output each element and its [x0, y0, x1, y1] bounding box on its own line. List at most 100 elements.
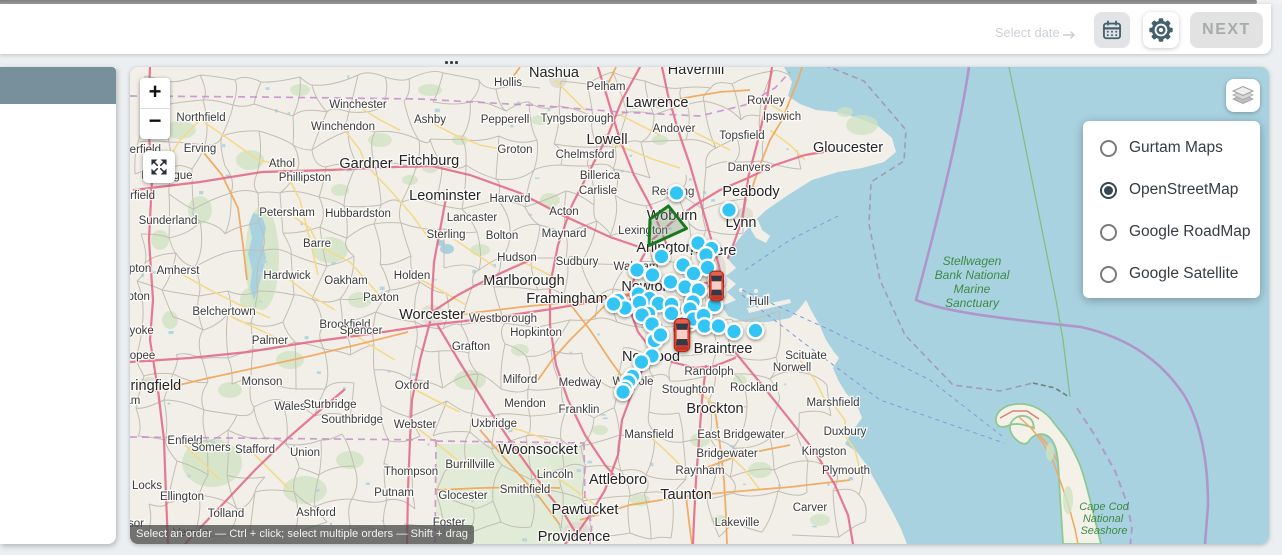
svg-text:Attleboro: Attleboro	[589, 472, 647, 488]
svg-text:Mansfield: Mansfield	[624, 429, 673, 441]
svg-text:Cape Cod: Cape Cod	[1079, 501, 1129, 513]
svg-text:National: National	[1083, 513, 1124, 525]
svg-text:Norwell: Norwell	[773, 362, 811, 374]
svg-text:Holyoke: Holyoke	[130, 325, 154, 337]
svg-text:Hardwick: Hardwick	[263, 270, 311, 282]
svg-text:Union: Union	[290, 447, 320, 459]
svg-text:Woonsocket: Woonsocket	[498, 442, 578, 458]
svg-text:Deerfield: Deerfield	[130, 190, 155, 202]
svg-text:Pelham: Pelham	[587, 81, 626, 93]
svg-text:Ashford: Ashford	[296, 507, 336, 519]
svg-text:Phillipston: Phillipston	[279, 172, 331, 184]
svg-text:Marine: Marine	[954, 282, 991, 296]
svg-text:Bolton: Bolton	[486, 230, 519, 242]
svg-text:Lakeville: Lakeville	[715, 517, 760, 529]
svg-text:Nashua: Nashua	[529, 67, 580, 81]
svg-text:Thompson: Thompson	[384, 466, 438, 478]
svg-text:Petersham: Petersham	[259, 207, 315, 219]
svg-text:Stafford: Stafford	[235, 444, 275, 456]
svg-text:Putnam: Putnam	[374, 487, 414, 499]
svg-text:Wales: Wales	[274, 401, 306, 413]
svg-text:Duxbury: Duxbury	[824, 426, 867, 438]
svg-text:Providence: Providence	[538, 529, 611, 544]
svg-text:Hudson: Hudson	[497, 252, 537, 264]
svg-text:Marshfield: Marshfield	[806, 397, 859, 409]
svg-text:Harvard: Harvard	[490, 193, 531, 205]
svg-text:Braintree: Braintree	[694, 341, 753, 357]
svg-text:Oxford: Oxford	[395, 380, 430, 392]
svg-text:Groton: Groton	[497, 144, 532, 156]
svg-text:Ashby: Ashby	[414, 114, 446, 126]
svg-text:Erving: Erving	[184, 143, 217, 155]
svg-text:Scituate: Scituate	[785, 350, 827, 362]
svg-text:Randolph: Randolph	[684, 366, 733, 378]
svg-text:Chicopee: Chicopee	[130, 350, 155, 362]
svg-text:Raynham: Raynham	[675, 465, 724, 477]
svg-text:Smithfield: Smithfield	[500, 484, 551, 496]
svg-text:Sterling: Sterling	[427, 229, 466, 241]
svg-text:Haverhill: Haverhill	[668, 67, 724, 78]
svg-text:Taunton: Taunton	[660, 487, 712, 503]
svg-text:Locks: Locks	[132, 480, 162, 492]
svg-text:Lincoln: Lincoln	[537, 469, 573, 481]
svg-text:Ipswich: Ipswich	[763, 111, 801, 123]
svg-text:Amherst: Amherst	[157, 265, 201, 277]
svg-text:Burrillville: Burrillville	[445, 459, 494, 471]
svg-text:Kingston: Kingston	[802, 446, 847, 458]
svg-text:Paxton: Paxton	[363, 292, 399, 304]
svg-text:Ellington: Ellington	[160, 491, 204, 503]
svg-text:Rowley: Rowley	[747, 95, 785, 107]
svg-text:Seashore: Seashore	[1080, 525, 1127, 537]
svg-text:Winchendon: Winchendon	[311, 121, 375, 133]
svg-text:Lancaster: Lancaster	[447, 212, 498, 224]
svg-text:Medway: Medway	[559, 377, 602, 389]
svg-text:Agawam: Agawam	[130, 395, 140, 407]
svg-text:Hull: Hull	[749, 296, 769, 308]
svg-text:East Bridgewater: East Bridgewater	[697, 429, 785, 441]
svg-text:Pawtucket: Pawtucket	[552, 502, 619, 518]
svg-text:Milford: Milford	[503, 374, 538, 386]
svg-text:Lawrence: Lawrence	[626, 95, 689, 111]
svg-text:Palmer: Palmer	[252, 335, 289, 347]
svg-text:Brockton: Brockton	[686, 401, 743, 417]
svg-text:Fitchburg: Fitchburg	[399, 153, 459, 169]
svg-text:Maynard: Maynard	[542, 228, 587, 240]
svg-text:Monson: Monson	[242, 376, 283, 388]
svg-text:Andover: Andover	[653, 123, 696, 135]
svg-text:Hopkinton: Hopkinton	[510, 327, 562, 339]
svg-text:Mendon: Mendon	[504, 398, 546, 410]
svg-text:Sunderland: Sunderland	[139, 215, 198, 227]
svg-text:Belchertown: Belchertown	[192, 306, 255, 318]
svg-text:Hollis: Hollis	[494, 77, 522, 89]
svg-text:Easthampton: Easthampton	[130, 291, 150, 303]
svg-text:Uxbridge: Uxbridge	[471, 418, 517, 430]
svg-text:Northfield: Northfield	[176, 112, 225, 124]
svg-text:Tolland: Tolland	[208, 508, 244, 520]
svg-text:Stellwagen: Stellwagen	[943, 254, 1002, 268]
svg-text:Winchester: Winchester	[329, 99, 387, 111]
svg-text:Sudbury: Sudbury	[556, 256, 599, 268]
svg-text:Worcester: Worcester	[399, 307, 465, 323]
svg-text:Bridgewater: Bridgewater	[696, 448, 758, 460]
svg-text:Pepperell: Pepperell	[481, 114, 530, 126]
svg-text:Spencer: Spencer	[340, 325, 383, 337]
svg-text:Billerica: Billerica	[580, 170, 621, 182]
svg-text:Framingham: Framingham	[526, 291, 607, 307]
svg-text:Sanctuary: Sanctuary	[945, 296, 1000, 310]
svg-text:Chelmsford: Chelmsford	[556, 149, 615, 161]
svg-text:Leominster: Leominster	[409, 188, 481, 204]
svg-text:Somers: Somers	[191, 442, 231, 454]
svg-text:Hubbardston: Hubbardston	[325, 208, 391, 220]
svg-text:Athol: Athol	[269, 158, 295, 170]
svg-text:Oakham: Oakham	[324, 275, 367, 287]
svg-text:Grafton: Grafton	[452, 341, 490, 353]
svg-text:Carver: Carver	[793, 502, 828, 514]
svg-text:Gloucester: Gloucester	[813, 140, 883, 156]
svg-text:Springfield: Springfield	[130, 378, 181, 394]
svg-text:Stoughton: Stoughton	[662, 384, 714, 396]
svg-text:Webster: Webster	[394, 419, 437, 431]
svg-text:Tyngsborough: Tyngsborough	[541, 113, 614, 125]
svg-text:Lowell: Lowell	[586, 132, 627, 148]
svg-text:Peabody: Peabody	[722, 184, 780, 200]
svg-text:Topsfield: Topsfield	[719, 130, 764, 142]
